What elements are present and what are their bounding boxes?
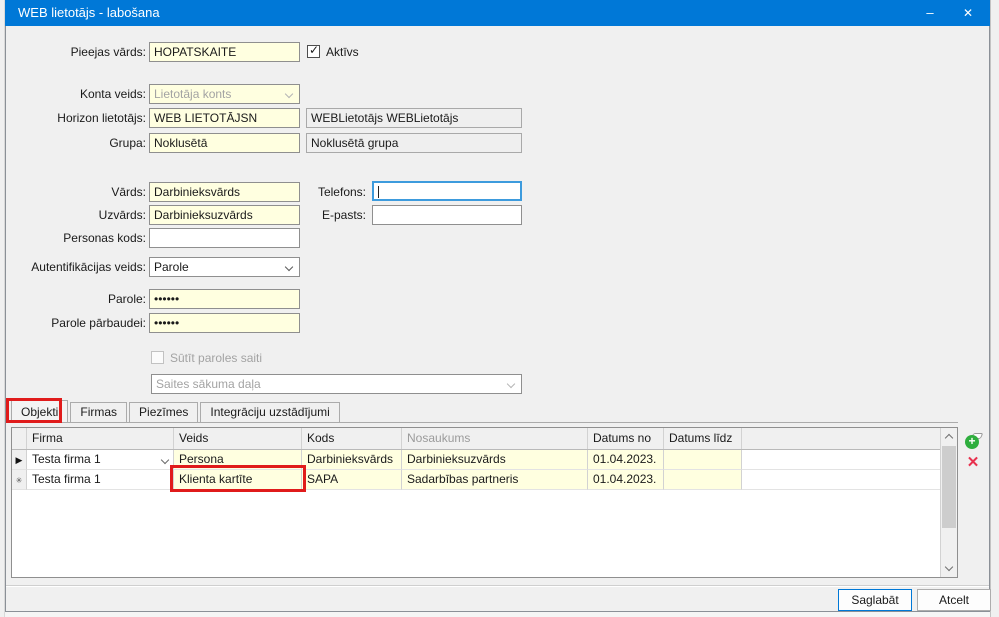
annotation-highlight-objekti-tab: [6, 398, 62, 423]
minimize-button[interactable]: –: [914, 0, 946, 26]
current-row-icon: ▶: [16, 455, 23, 465]
table-row[interactable]: ▶ Testa firma 1 Persona Darbinieksvārds …: [12, 450, 940, 470]
column-header-firma[interactable]: Firma: [27, 428, 174, 449]
password-confirm-input[interactable]: ••••••: [149, 313, 300, 333]
cell-firma[interactable]: Testa firma 1: [27, 450, 174, 470]
table-vertical-scrollbar[interactable]: [940, 428, 957, 577]
phone-input[interactable]: [372, 181, 522, 201]
column-header-veids[interactable]: Veids: [174, 428, 302, 449]
add-row-button[interactable]: +: [965, 433, 982, 450]
last-name-label: Uzvārds:: [11, 206, 146, 225]
save-button[interactable]: Saglabāt: [838, 589, 912, 611]
cell-firma[interactable]: Testa firma 1: [27, 470, 174, 490]
scrollbar-down-arrow[interactable]: [941, 560, 957, 577]
column-header-datums-lidz[interactable]: Datums līdz: [664, 428, 742, 449]
footer-separator: [6, 585, 989, 587]
table-header-row: Firma Veids Kods Nosaukums Datums no Dat…: [12, 428, 940, 450]
auth-type-value: Parole: [154, 260, 189, 274]
auth-type-select[interactable]: Parole: [149, 257, 300, 277]
cell-filler: [742, 470, 940, 490]
cell-datums-no[interactable]: 01.04.2023.: [588, 450, 664, 470]
minimize-icon: –: [926, 5, 933, 20]
cell-datums-lidz[interactable]: [664, 470, 742, 490]
link-prefix-value: Saites sākuma daļa: [156, 377, 261, 391]
first-name-label: Vārds:: [11, 183, 146, 202]
new-row-icon: ✳: [16, 476, 23, 485]
group-display: Noklusētā grupa: [306, 133, 522, 153]
table-row[interactable]: ✳ Testa firma 1 Klienta kartīte SAPA Sad…: [12, 470, 940, 490]
personal-code-input[interactable]: [149, 228, 300, 248]
horizon-user-input[interactable]: WEB LIETOTĀJSN: [149, 108, 300, 128]
cancel-button[interactable]: Atcelt: [917, 589, 991, 611]
add-icon: +: [965, 435, 979, 449]
send-password-link-checkbox-box: [151, 351, 164, 364]
objects-table: Firma Veids Kods Nosaukums Datums no Dat…: [11, 427, 958, 578]
window-title: WEB lietotājs - labošana: [18, 0, 160, 26]
column-header-datums-no[interactable]: Datums no: [588, 428, 664, 449]
access-name-label: Pieejas vārds:: [11, 43, 146, 62]
cell-datums-lidz[interactable]: [664, 450, 742, 470]
column-header-nosaukums[interactable]: Nosaukums: [402, 428, 588, 449]
tab-pane-border: [11, 422, 958, 423]
chevron-down-icon: [285, 90, 293, 98]
phone-label: Telefons:: [266, 183, 366, 202]
annotation-highlight-klienta-kartite-cell: [170, 465, 306, 492]
chevron-down-icon: [507, 380, 515, 388]
password-label: Parole:: [11, 290, 146, 309]
delete-row-button[interactable]: ✕: [964, 454, 982, 472]
chevron-down-icon[interactable]: [161, 456, 169, 464]
account-type-value: Lietotāja konts: [154, 87, 231, 101]
current-row-indicator: ▶: [12, 450, 27, 470]
chevron-down-icon: [285, 263, 293, 271]
horizon-user-label: Horizon lietotājs:: [11, 109, 146, 128]
delete-icon: ✕: [967, 454, 980, 471]
email-input[interactable]: [372, 205, 522, 225]
background-app-edge-right: [990, 0, 999, 617]
check-icon: ✓: [309, 43, 319, 57]
cell-kods[interactable]: SAPA: [302, 470, 402, 490]
password-input[interactable]: ••••••: [149, 289, 300, 309]
tab-piezimes[interactable]: Piezīmes: [129, 402, 198, 422]
group-label: Grupa:: [11, 134, 146, 153]
row-indicator-header: [12, 428, 27, 449]
active-checkbox-label: Aktīvs: [326, 45, 359, 59]
title-bar[interactable]: WEB lietotājs - labošana – ✕: [5, 0, 990, 26]
personal-code-label: Personas kods:: [11, 229, 146, 248]
send-password-link-label: Sūtīt paroles saiti: [170, 351, 262, 365]
cell-kods[interactable]: Darbinieksvārds: [302, 450, 402, 470]
group-input[interactable]: Noklusētā: [149, 133, 300, 153]
active-checkbox-box: ✓: [307, 45, 320, 58]
scrollbar-up-arrow[interactable]: [941, 428, 957, 445]
horizon-user-display: WEBLietotājs WEBLietotājs: [306, 108, 522, 128]
close-icon: ✕: [963, 6, 973, 20]
email-label: E-pasts:: [266, 206, 366, 225]
password-confirm-label: Parole pārbaudei:: [11, 314, 146, 333]
column-header-kods[interactable]: Kods: [302, 428, 402, 449]
scrollbar-thumb[interactable]: [942, 446, 956, 528]
tab-integraciju-uzstadijumi[interactable]: Integrāciju uzstādījumi: [200, 402, 339, 422]
column-header-filler: [742, 428, 940, 449]
active-checkbox[interactable]: ✓ Aktīvs: [307, 45, 377, 59]
text-caret: [378, 186, 379, 198]
cell-nosaukums[interactable]: Darbinieksuzvārds: [402, 450, 588, 470]
send-password-link-checkbox[interactable]: Sūtīt paroles saiti: [151, 351, 311, 365]
auth-type-label: Autentifikācijas veids:: [11, 258, 146, 277]
cell-datums-no[interactable]: 01.04.2023.: [588, 470, 664, 490]
cell-filler: [742, 450, 940, 470]
link-prefix-select[interactable]: Saites sākuma daļa: [151, 374, 522, 394]
access-name-input[interactable]: HOPATSKAITE: [149, 42, 300, 62]
cell-firma-value: Testa firma 1: [32, 452, 101, 466]
account-type-label: Konta veids:: [11, 85, 146, 104]
dialog-web-user-edit: WEB lietotājs - labošana – ✕ Pieejas vār…: [5, 0, 990, 612]
cell-nosaukums[interactable]: Sadarbības partneris: [402, 470, 588, 490]
close-button[interactable]: ✕: [952, 0, 984, 26]
tab-firmas[interactable]: Firmas: [70, 402, 127, 422]
account-type-select[interactable]: Lietotāja konts: [149, 84, 300, 104]
new-row-indicator: ✳: [12, 470, 27, 490]
